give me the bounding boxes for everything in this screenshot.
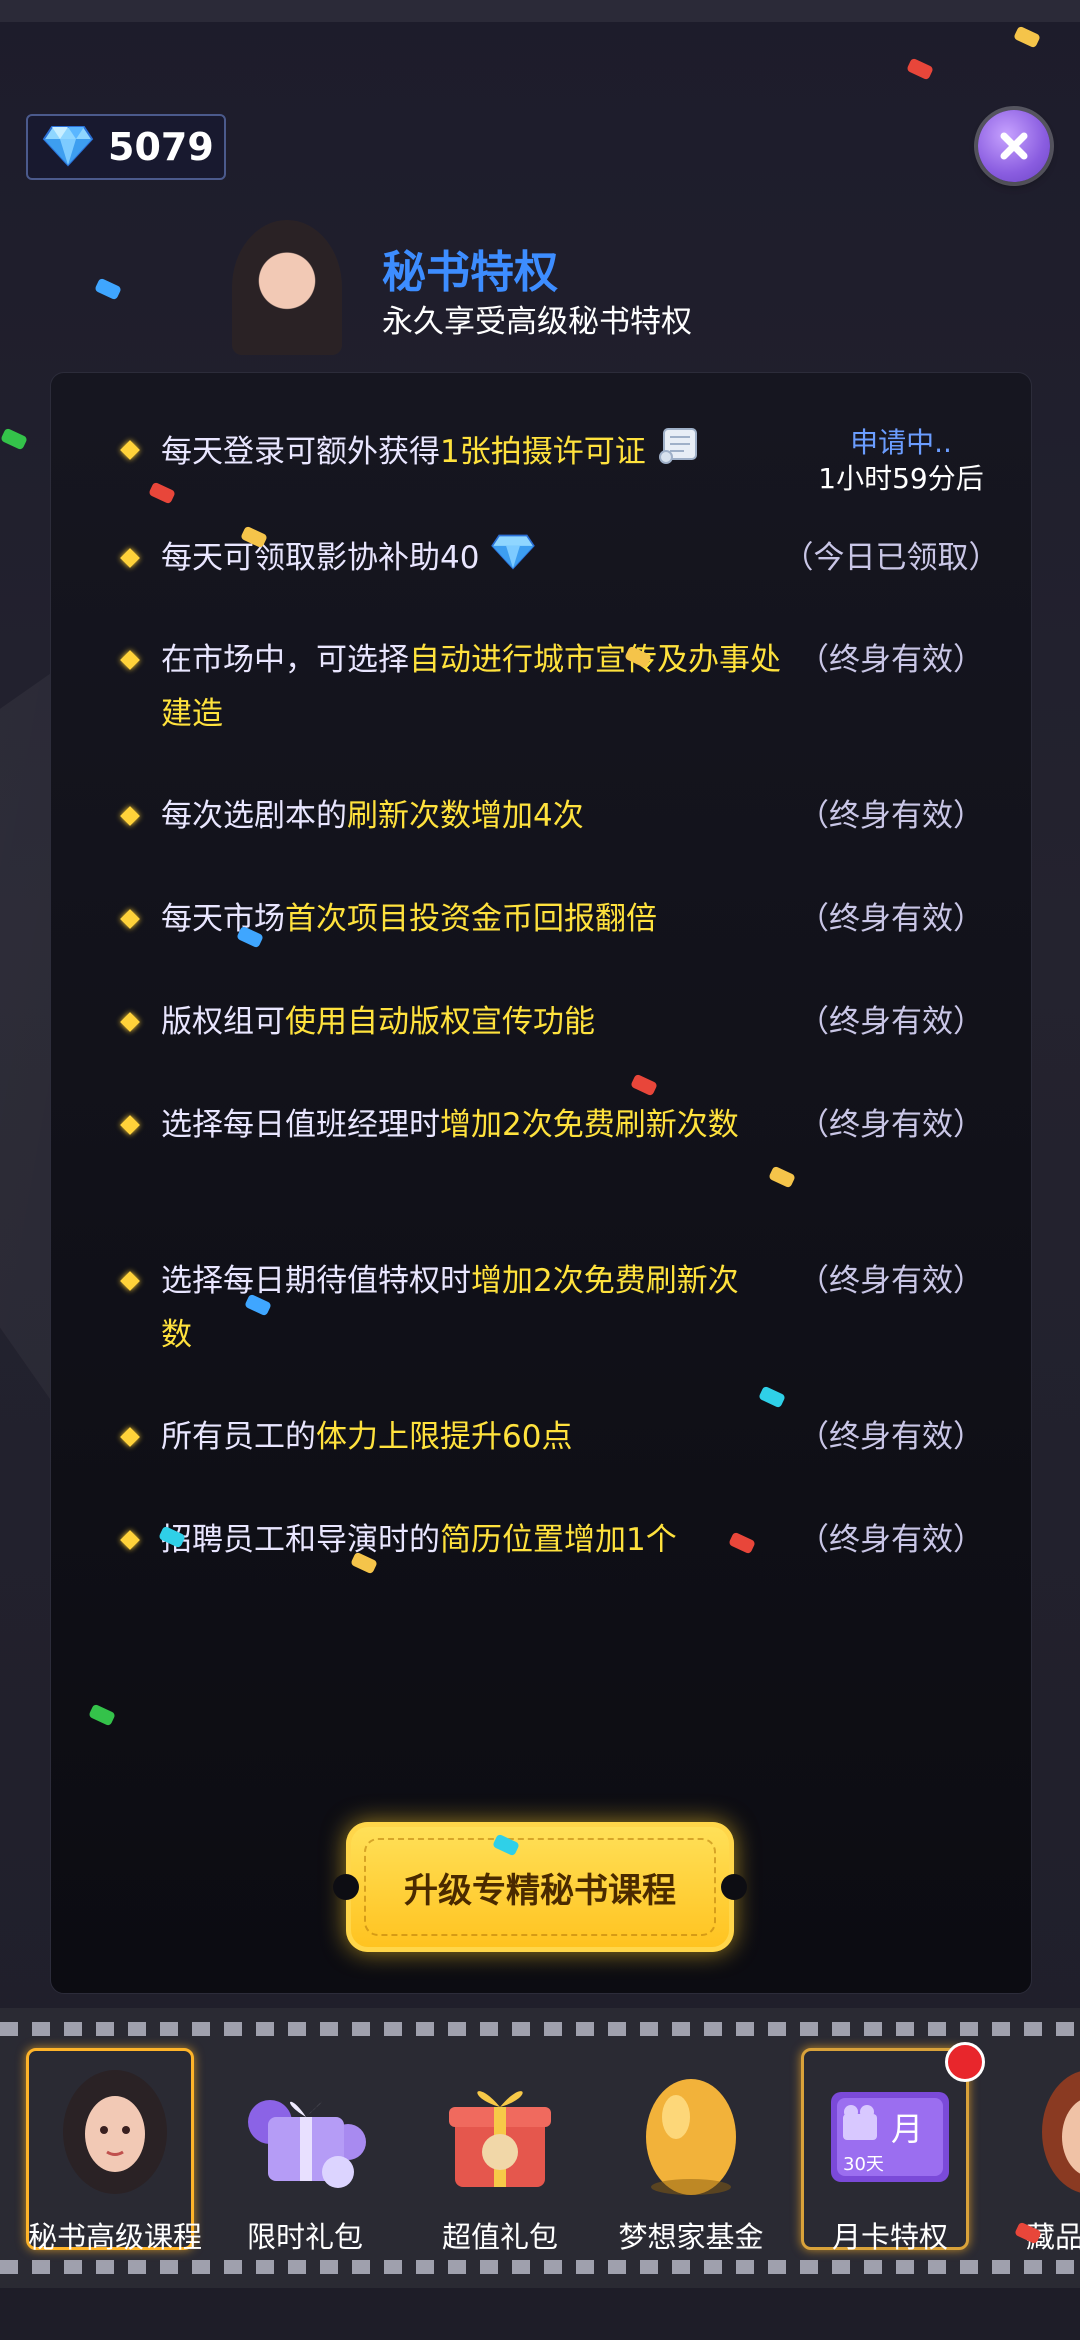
bullet-icon bbox=[120, 650, 140, 670]
privilege-text: 每次选剧本的刷新次数增加4次 bbox=[161, 798, 584, 834]
tab-dreamer-fund[interactable]: 梦想家基金 bbox=[606, 2052, 776, 2254]
page-subtitle: 永久享受高级秘书特权 bbox=[382, 304, 692, 340]
page-title: 秘书特权 bbox=[382, 247, 558, 298]
tab-label: 限时礼包 bbox=[246, 2220, 363, 2254]
tab-collection[interactable]: 藏品 bbox=[990, 2052, 1080, 2252]
upgrade-course-button[interactable]: 升级专精秘书课程 bbox=[346, 1822, 734, 1952]
bullet-icon bbox=[120, 1530, 140, 1550]
bottom-band bbox=[0, 2288, 1080, 2340]
close-icon bbox=[1000, 132, 1028, 160]
red-gift-box-icon bbox=[435, 2062, 565, 2202]
privilege-text: 选择每日值班经理时增加2次免费刷新次数 bbox=[161, 1107, 739, 1143]
bullet-icon bbox=[120, 1012, 140, 1032]
collection-avatar-icon bbox=[1010, 2062, 1080, 2202]
secretary-avatar bbox=[232, 220, 342, 355]
tab-label: 梦想家基金 bbox=[618, 2220, 764, 2254]
tab-value-gift[interactable]: 超值礼包 bbox=[415, 2052, 585, 2254]
status-label: （终身有效） bbox=[798, 1419, 984, 1455]
upgrade-button-label: 升级专精秘书课程 bbox=[404, 1870, 676, 1911]
privilege-text: 招聘员工和导演时的简历位置增加1个 bbox=[161, 1522, 677, 1558]
bullet-icon bbox=[120, 806, 140, 826]
confetti bbox=[94, 277, 122, 301]
bullet-icon bbox=[120, 1115, 140, 1135]
film-holes bbox=[0, 2022, 1080, 2036]
privilege-text: 版权组可使用自动版权宣传功能 bbox=[161, 1004, 595, 1040]
status-label: （终身有效） bbox=[798, 642, 984, 678]
privilege-text: 每天登录可额外获得1张拍摄许可证 bbox=[161, 423, 811, 484]
gem-count: 5079 bbox=[108, 125, 214, 169]
golden-egg-icon bbox=[626, 2062, 756, 2202]
close-button[interactable] bbox=[978, 110, 1050, 182]
status-label: （终身有效） bbox=[798, 1263, 984, 1299]
tab-secretary-course[interactable]: 秘书高级课程 bbox=[26, 2048, 202, 2254]
confetti bbox=[906, 57, 934, 81]
purple-gift-icon bbox=[240, 2062, 370, 2202]
tab-label: 月卡特权 bbox=[831, 2220, 948, 2254]
film-holes bbox=[0, 2260, 1080, 2274]
bullet-icon bbox=[120, 1427, 140, 1447]
tab-label: 秘书高级课程 bbox=[27, 2220, 202, 2254]
notification-badge bbox=[945, 2042, 985, 2082]
privilege-panel: 每天登录可额外获得1张拍摄许可证 申请中.. 1小时59分后 每天可领取影协补助… bbox=[50, 372, 1032, 1994]
svg-text:月: 月 bbox=[891, 2110, 923, 2148]
status-label: （终身有效） bbox=[798, 798, 984, 834]
bullet-icon bbox=[120, 1271, 140, 1291]
tab-label: 超值礼包 bbox=[441, 2220, 558, 2254]
tab-month-card[interactable]: 月 30天 月卡特权 bbox=[801, 2042, 985, 2254]
diamond-icon bbox=[42, 123, 94, 171]
diamond-icon bbox=[489, 532, 537, 587]
secretary-avatar-icon bbox=[50, 2062, 180, 2202]
top-status-band bbox=[0, 0, 1080, 22]
status-label: （今日已领取） bbox=[782, 540, 1000, 576]
privilege-text: 所有员工的体力上限提升60点 bbox=[161, 1419, 573, 1455]
bullet-icon bbox=[120, 909, 140, 929]
privilege-text: 在市场中，可选择自动进行城市宣传及办事处建造 bbox=[161, 642, 781, 732]
tab-limited-gift[interactable]: 限时礼包 bbox=[220, 2052, 390, 2254]
status-label: （终身有效） bbox=[798, 1004, 984, 1040]
status-label: （终身有效） bbox=[798, 1522, 984, 1558]
gem-balance: 5079 bbox=[26, 114, 226, 180]
confetti bbox=[1013, 25, 1041, 49]
bottom-tab-bar: 秘书高级课程 限时礼包 超值礼包 梦想家基金 月 30天 月卡特权 藏品 bbox=[0, 2008, 1080, 2288]
pending-status: 申请中.. 1小时59分后 bbox=[818, 426, 984, 495]
permit-scroll-icon bbox=[656, 423, 704, 484]
bullet-icon bbox=[120, 440, 140, 460]
status-label: （终身有效） bbox=[798, 1107, 984, 1143]
svg-text:30天: 30天 bbox=[843, 2154, 884, 2175]
status-label: （终身有效） bbox=[798, 901, 984, 937]
confetti bbox=[0, 427, 28, 451]
month-card-icon: 月 30天 bbox=[825, 2062, 955, 2202]
bullet-icon bbox=[120, 548, 140, 568]
